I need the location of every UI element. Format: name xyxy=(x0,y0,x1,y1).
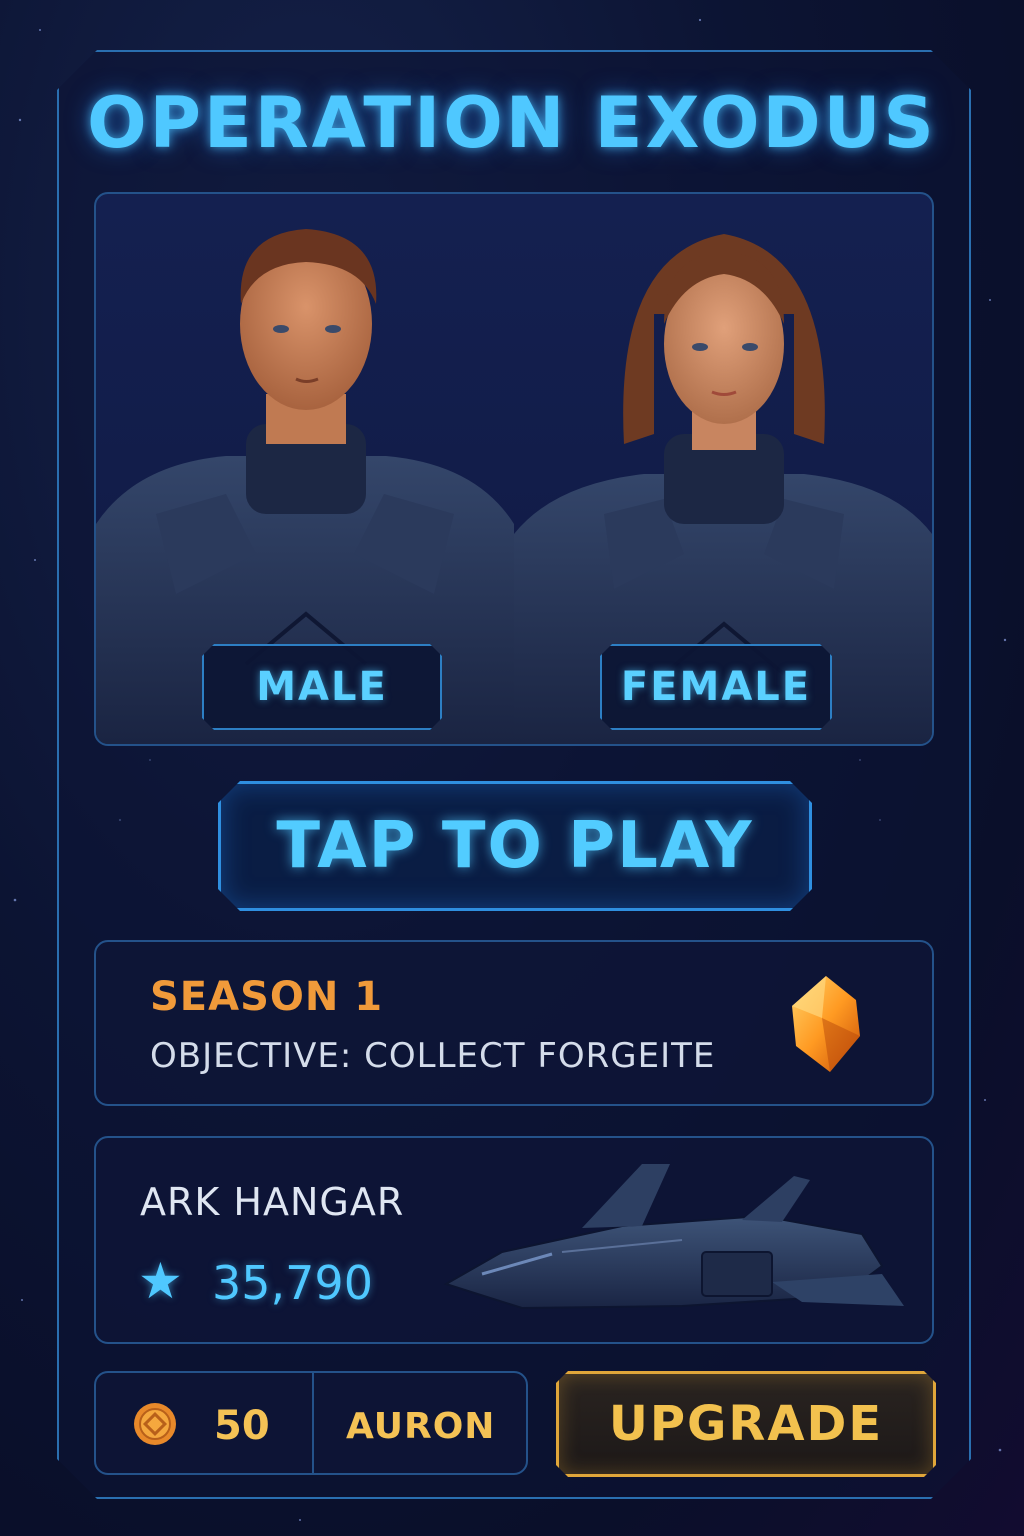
currency-name: AURON xyxy=(346,1406,496,1447)
character-select-panel: MALE FEMALE xyxy=(94,192,934,746)
season-title: SEASON 1 xyxy=(150,974,384,1020)
ark-hangar-panel[interactable]: ARK HANGAR ★ 35,790 xyxy=(94,1136,934,1344)
currency-panel: 50 AURON xyxy=(94,1371,528,1475)
upgrade-button[interactable]: UPGRADE xyxy=(556,1371,936,1477)
tap-to-play-button[interactable]: TAP TO PLAY xyxy=(218,781,812,911)
currency-amount: 50 xyxy=(214,1403,270,1449)
male-button[interactable]: MALE xyxy=(202,644,442,730)
currency-divider xyxy=(312,1373,314,1473)
season-panel[interactable]: SEASON 1 OBJECTIVE: COLLECT FORGEITE xyxy=(94,940,934,1106)
hangar-title: ARK HANGAR xyxy=(140,1180,405,1224)
hangar-score: 35,790 xyxy=(212,1256,373,1310)
spaceship-image xyxy=(443,1164,904,1310)
forgeite-gem-icon xyxy=(792,976,860,1072)
star-icon: ★ xyxy=(138,1252,183,1310)
auron-coin-icon xyxy=(134,1403,176,1445)
female-button[interactable]: FEMALE xyxy=(600,644,832,730)
game-title: OPERATION EXODUS xyxy=(87,82,937,164)
season-objective: OBJECTIVE: COLLECT FORGEITE xyxy=(150,1036,716,1076)
